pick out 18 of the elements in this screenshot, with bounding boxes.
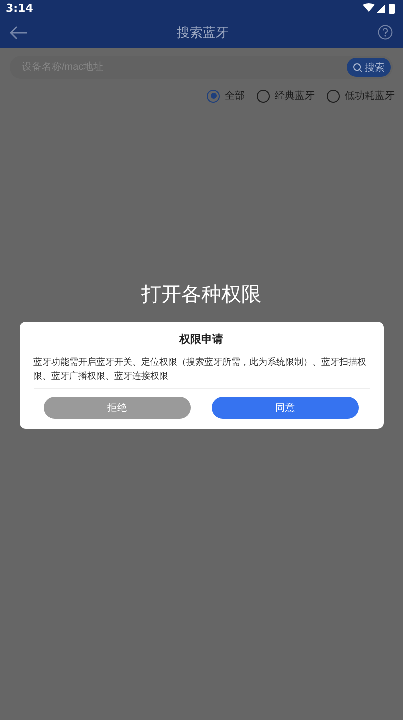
search-icon <box>353 62 363 72</box>
radio-button[interactable] <box>257 90 270 102</box>
decline-button[interactable]: 拒绝 <box>44 397 191 419</box>
radio-button[interactable] <box>207 90 220 102</box>
radio-label: 低功耗蓝牙 <box>345 90 395 103</box>
radio-label: 经典蓝牙 <box>275 90 315 103</box>
overlay-title: 打开各种权限 <box>142 281 262 308</box>
search-button[interactable]: 搜索 <box>347 58 391 77</box>
radio-button[interactable] <box>327 90 340 102</box>
page-title: 搜索蓝牙 <box>177 24 229 42</box>
agree-button[interactable]: 同意 <box>212 397 359 419</box>
radio-label: 全部 <box>225 90 245 103</box>
help-icon[interactable] <box>378 25 393 40</box>
status-time: 3:14 <box>6 2 34 15</box>
dialog-title: 权限申请 <box>178 332 224 347</box>
status-icons <box>363 3 397 14</box>
dialog-message: 蓝牙功能需开启蓝牙开关、定位权限（搜索蓝牙所需，此为系统限制）、蓝牙扫描权限、蓝牙广播权限、蓝牙连接权限 <box>34 356 370 389</box>
back-arrow-icon[interactable] <box>10 26 28 40</box>
